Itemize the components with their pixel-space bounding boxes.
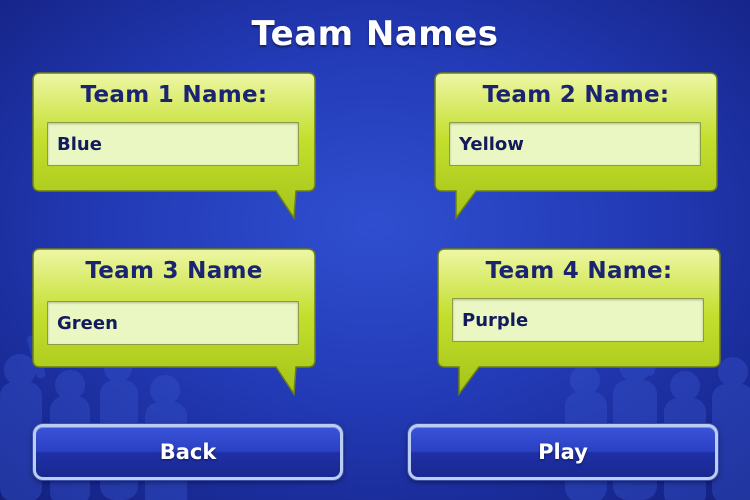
team-4-name-input[interactable] bbox=[452, 298, 704, 342]
team-2-bubble: Team 2 Name: bbox=[434, 72, 718, 221]
team-1-name-label: Team 1 Name: bbox=[80, 82, 268, 108]
team-3-name-input[interactable] bbox=[47, 301, 299, 345]
back-button[interactable]: Back bbox=[33, 424, 343, 480]
team-2-name-input[interactable] bbox=[449, 122, 701, 166]
team-3-bubble: Team 3 Name bbox=[32, 248, 316, 397]
page-title: Team Names bbox=[251, 14, 499, 54]
team-1-name-input[interactable] bbox=[47, 122, 299, 166]
team-4-bubble: Team 4 Name: bbox=[437, 248, 721, 397]
play-button[interactable]: Play bbox=[408, 424, 718, 480]
team-3-name-label: Team 3 Name bbox=[85, 258, 263, 284]
team-2-name-label: Team 2 Name: bbox=[482, 82, 670, 108]
team-1-bubble: Team 1 Name: bbox=[32, 72, 316, 221]
team-4-name-label: Team 4 Name: bbox=[485, 258, 673, 284]
